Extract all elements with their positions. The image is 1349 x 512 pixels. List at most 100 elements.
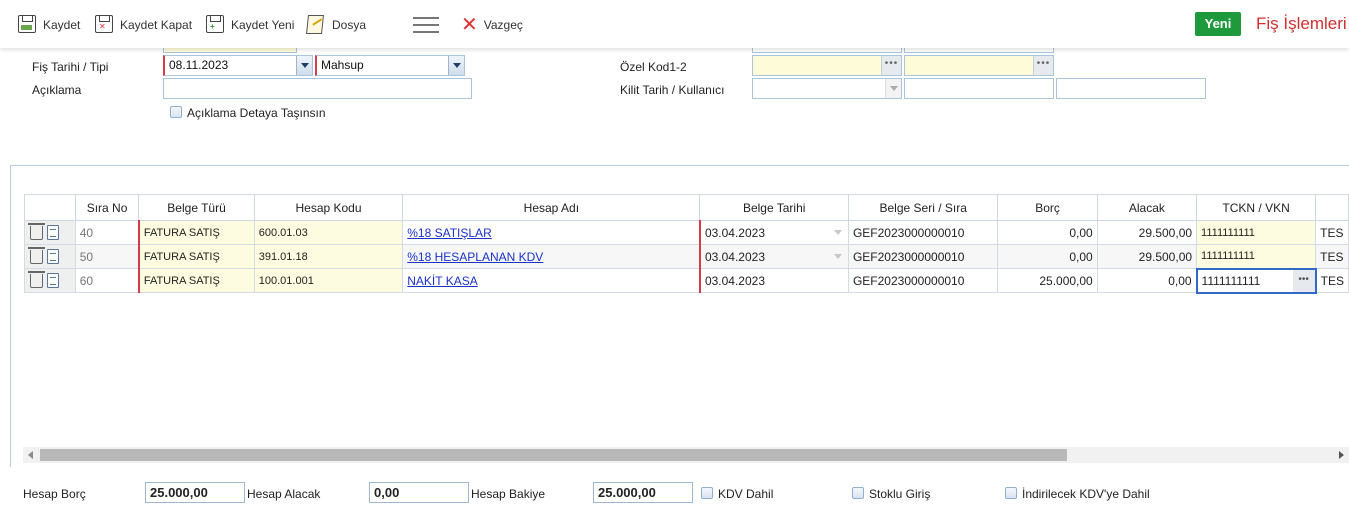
cell-tckn[interactable]: 1111111111: [1196, 220, 1317, 245]
cell-belge-turu[interactable]: FATURA SATIŞ: [137, 268, 255, 293]
hesap-adi-link[interactable]: NAKİT KASA: [407, 274, 477, 288]
column-header-belge-turu[interactable]: Belge Türü: [138, 194, 255, 221]
column-header-tckn[interactable]: TCKN / VKN: [1196, 194, 1317, 221]
cell-belge-seri[interactable]: GEF2023000000010: [847, 268, 999, 293]
cell-extra[interactable]: TES: [1315, 220, 1349, 245]
column-header-hesap-adi[interactable]: Hesap Adı: [402, 194, 701, 221]
tckn-edit-value: 1111111111: [1201, 273, 1261, 288]
trash-icon[interactable]: [28, 270, 45, 288]
cell-belge-tarihi[interactable]: 03.04.2023: [698, 220, 849, 245]
save-close-button[interactable]: ✕ Kaydet Kapat: [95, 14, 192, 36]
table-row[interactable]: 60 FATURA SATIŞ 100.01.001 NAKİT KASA 03…: [24, 267, 1349, 294]
copy-icon[interactable]: [47, 249, 59, 265]
ellipsis-icon[interactable]: •••: [1033, 56, 1053, 75]
column-header-borc[interactable]: Borç: [997, 194, 1098, 221]
cell-hesap-kodu[interactable]: 100.01.001: [253, 268, 404, 293]
aciklama-field[interactable]: [163, 78, 472, 99]
cell-alacak[interactable]: 0,00: [1096, 268, 1198, 293]
cell-sira[interactable]: 60: [74, 268, 140, 293]
kdv-dahil-label: KDV Dahil: [718, 487, 774, 501]
hesap-borc-label: Hesap Borç: [23, 487, 86, 501]
cell-belge-seri[interactable]: GEF2023000000010: [847, 244, 999, 269]
belge-tarihi-value: 03.04.2023: [704, 249, 765, 264]
page-title: Fiş İşlemleri: [1256, 14, 1347, 33]
save-button[interactable]: Kaydet: [18, 14, 80, 36]
chevron-down-icon[interactable]: [296, 56, 312, 75]
hesap-borc-field[interactable]: 25.000,00: [145, 482, 245, 503]
stoklu-giris-checkbox[interactable]: [852, 487, 864, 499]
kilit-kullanici-field[interactable]: [904, 78, 1054, 99]
grid-header-row: Sıra No Belge Türü Hesap Kodu Hesap Adı …: [24, 194, 1349, 221]
fis-tipi-select[interactable]: Mahsup: [315, 55, 465, 76]
ellipsis-icon[interactable]: •••: [881, 56, 901, 75]
cell-tckn-editing[interactable]: 1111111111 •••: [1195, 267, 1317, 294]
chevron-down-icon[interactable]: [833, 230, 842, 235]
kilit-tarih-field[interactable]: [752, 78, 902, 99]
scroll-left-icon[interactable]: [28, 451, 33, 459]
indirilecek-kdv-checkbox[interactable]: [1005, 487, 1017, 499]
copy-icon[interactable]: [47, 225, 59, 241]
cell-belge-turu[interactable]: FATURA SATIŞ: [137, 220, 255, 245]
ellipsis-icon[interactable]: •••: [1292, 270, 1314, 291]
cell-sira[interactable]: 50: [74, 244, 140, 269]
cell-borc[interactable]: 0,00: [997, 244, 1098, 269]
cell-borc[interactable]: 0,00: [997, 220, 1098, 245]
table-row[interactable]: 40 FATURA SATIŞ 600.01.03 %18 SATIŞLAR 0…: [24, 220, 1349, 245]
column-header-belge-tarihi[interactable]: Belge Tarihi: [699, 194, 849, 221]
new-button[interactable]: Yeni: [1195, 12, 1241, 36]
ozel-kod2-field[interactable]: •••: [904, 55, 1054, 76]
scrollbar-thumb[interactable]: [40, 449, 1067, 461]
chevron-down-icon[interactable]: [448, 56, 464, 75]
document-icon: [306, 15, 327, 35]
cancel-button[interactable]: ✕ Vazgeç: [461, 14, 523, 36]
kilit-extra-field[interactable]: [1056, 78, 1206, 99]
trash-icon[interactable]: [28, 246, 45, 264]
column-header-sira[interactable]: Sıra No: [74, 194, 140, 221]
floppy-close-icon: ✕: [95, 15, 115, 35]
cell-hesap-kodu[interactable]: 391.01.18: [253, 244, 404, 269]
column-header-alacak[interactable]: Alacak: [1096, 194, 1198, 221]
copy-icon[interactable]: [47, 273, 59, 289]
cell-belge-seri[interactable]: GEF2023000000010: [847, 220, 999, 245]
aciklama-detay-label: Açıklama Detaya Taşınsın: [187, 106, 326, 120]
cell-hesap-adi[interactable]: NAKİT KASA: [402, 268, 701, 293]
cell-extra[interactable]: TES: [1315, 244, 1349, 269]
cell-hesap-adi[interactable]: %18 SATIŞLAR: [402, 220, 701, 245]
belge-tarihi-value: 03.04.2023: [704, 225, 765, 240]
hesap-adi-link[interactable]: %18 HESAPLANAN KDV: [407, 250, 543, 264]
cell-borc[interactable]: 25.000,00: [997, 268, 1098, 293]
kdv-dahil-checkbox[interactable]: [701, 487, 713, 499]
column-header-hesap-kodu[interactable]: Hesap Kodu: [253, 194, 404, 221]
row-actions: [24, 244, 76, 269]
fis-tarihi-field[interactable]: 08.11.2023: [163, 55, 313, 76]
chevron-down-icon[interactable]: [885, 79, 901, 98]
file-button[interactable]: Dosya: [306, 14, 367, 36]
hesap-adi-link[interactable]: %18 SATIŞLAR: [407, 226, 491, 240]
cell-hesap-kodu[interactable]: 600.01.03: [253, 220, 404, 245]
cell-tckn[interactable]: 1111111111: [1196, 244, 1317, 269]
cell-belge-tarihi[interactable]: 03.04.2023: [698, 244, 849, 269]
cell-belge-tarihi[interactable]: 03.04.2023: [698, 268, 849, 293]
cell-extra[interactable]: TES: [1315, 268, 1349, 293]
cell-belge-turu[interactable]: FATURA SATIŞ: [137, 244, 255, 269]
save-new-button[interactable]: + Kaydet Yeni: [206, 14, 294, 36]
cell-alacak[interactable]: 29.500,00: [1096, 244, 1198, 269]
hesap-alacak-field[interactable]: 0,00: [369, 482, 469, 503]
fis-tipi-value: Mahsup: [321, 58, 364, 72]
ozel-kod1-field[interactable]: •••: [752, 55, 902, 76]
cell-hesap-adi[interactable]: %18 HESAPLANAN KDV: [402, 244, 701, 269]
aciklama-detay-checkbox[interactable]: [170, 106, 182, 118]
hamburger-menu-icon[interactable]: [413, 17, 439, 33]
column-header-belge-seri[interactable]: Belge Seri / Sıra: [847, 194, 999, 221]
scroll-right-icon[interactable]: [1339, 451, 1344, 459]
horizontal-scrollbar[interactable]: [23, 447, 1349, 463]
file-button-label: Dosya: [332, 18, 367, 32]
belge-tarihi-value: 03.04.2023: [704, 273, 765, 288]
cell-sira[interactable]: 40: [74, 220, 140, 245]
hesap-bakiye-field[interactable]: 25.000,00: [593, 482, 693, 503]
cell-alacak[interactable]: 29.500,00: [1096, 220, 1198, 245]
column-header-actions: [24, 194, 76, 221]
chevron-down-icon[interactable]: [833, 254, 842, 259]
table-row[interactable]: 50 FATURA SATIŞ 391.01.18 %18 HESAPLANAN…: [24, 244, 1349, 269]
trash-icon[interactable]: [28, 222, 45, 240]
